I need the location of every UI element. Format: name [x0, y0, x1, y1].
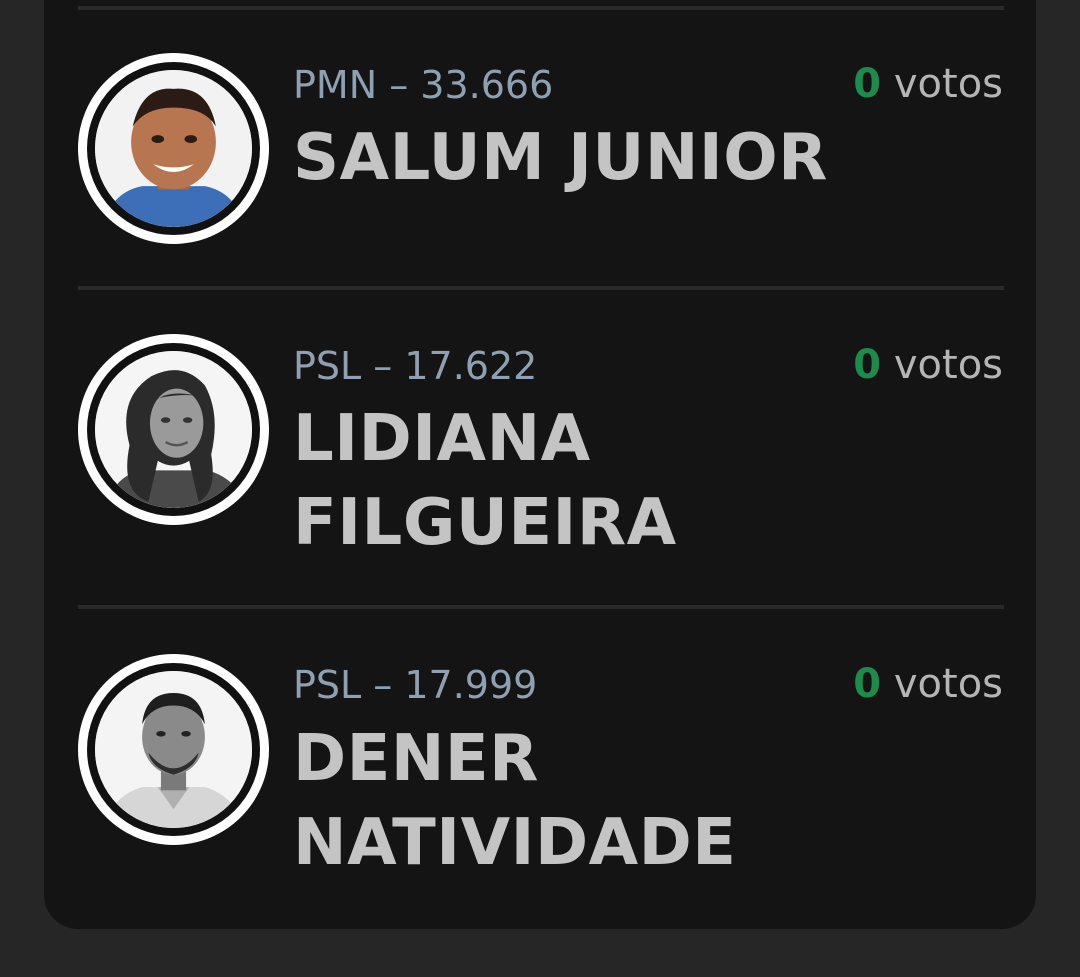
divider: [78, 6, 1004, 10]
vote-count-label: votos: [893, 342, 1003, 388]
candidate-avatar: [78, 654, 269, 845]
party-number: PSL – 17.622: [293, 344, 538, 388]
vote-count-label: votos: [893, 661, 1003, 707]
vote-count-value: 0: [853, 661, 882, 707]
candidate-avatar: [78, 334, 269, 525]
candidate-photo-icon: [95, 671, 252, 828]
divider: [78, 605, 1004, 609]
vote-count: 0 votos: [853, 345, 1003, 385]
candidate-name: LIDIANA FILGUEIRA: [293, 402, 677, 560]
candidate-photo-icon: [95, 70, 252, 227]
vote-count-value: 0: [853, 342, 882, 388]
candidate-name: SALUM JUNIOR: [293, 121, 828, 195]
party-number: PSL – 17.999: [293, 663, 538, 707]
candidate-photo-icon: [95, 351, 252, 508]
party-number: PMN – 33.666: [293, 63, 554, 107]
candidate-name: DENER NATIVIDADE: [293, 722, 737, 880]
vote-count-value: 0: [853, 61, 882, 107]
divider: [78, 286, 1004, 290]
vote-count-label: votos: [893, 61, 1003, 107]
vote-count: 0 votos: [853, 64, 1003, 104]
candidate-avatar: [78, 53, 269, 244]
vote-count: 0 votos: [853, 664, 1003, 704]
